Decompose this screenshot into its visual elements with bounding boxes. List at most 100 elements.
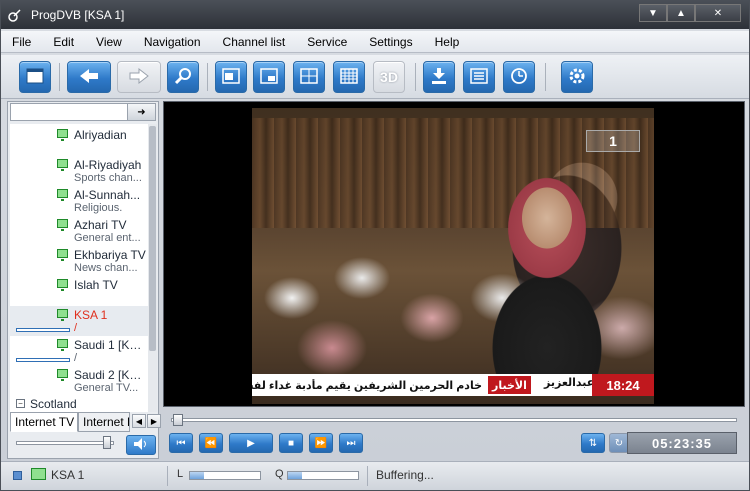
- download-button[interactable]: [423, 61, 455, 93]
- status-divider: [367, 466, 368, 486]
- menu-help[interactable]: Help: [424, 35, 471, 49]
- channel-description: /: [74, 352, 78, 364]
- channel-item[interactable]: Islah TV: [10, 276, 148, 306]
- channel-list-button[interactable]: [19, 61, 51, 93]
- chevron-right-icon: ▶: [150, 416, 158, 426]
- window-mode-button[interactable]: [215, 61, 247, 93]
- scrollbar-thumb[interactable]: [149, 126, 156, 351]
- channel-item[interactable]: Saudi 2 [KS... General TV...: [10, 366, 148, 396]
- toolbar: 3D: [1, 55, 749, 99]
- news-ticker: خادم الحرمين الشريفين يقيم مأدبة غداء لف…: [252, 374, 654, 396]
- chevron-up-icon: ▲: [676, 7, 686, 19]
- channel-description: News chan...: [74, 262, 138, 274]
- volume-slider[interactable]: [16, 441, 114, 445]
- seek-thumb[interactable]: [173, 414, 183, 426]
- signal-quality-fill: [288, 472, 302, 479]
- fast-forward-button[interactable]: ⏩: [309, 433, 333, 453]
- equalizer-icon: ⇅: [588, 437, 598, 449]
- channel-item[interactable]: Alriyadian: [10, 126, 148, 156]
- forward-button[interactable]: [117, 61, 161, 93]
- close-button[interactable]: ✕: [695, 4, 741, 22]
- ticker-tag: الأخبار: [488, 376, 531, 394]
- menu-channel-list[interactable]: Channel list: [212, 35, 297, 49]
- menu-settings[interactable]: Settings: [358, 35, 423, 49]
- channel-item[interactable]: Saudi 1 [KS... /: [10, 336, 148, 366]
- channel-description: Sports chan...: [74, 172, 142, 184]
- channel-item[interactable]: Azhari TV General ent...: [10, 216, 148, 246]
- channel-item-selected[interactable]: KSA 1 /: [10, 306, 148, 336]
- epg-list-button[interactable]: [463, 61, 495, 93]
- volume-area: [10, 434, 156, 458]
- signal-level-meter: [189, 471, 261, 480]
- toolbar-separator: [59, 63, 60, 91]
- channel-list-scrollbar[interactable]: [148, 124, 157, 412]
- close-icon: ✕: [713, 7, 723, 19]
- three-d-button[interactable]: 3D: [373, 61, 405, 93]
- audio-settings-button[interactable]: ⇅: [581, 433, 605, 453]
- back-button[interactable]: [67, 61, 111, 93]
- status-bar: KSA 1 L Q Buffering...: [1, 461, 749, 490]
- channel-name: KSA 1: [74, 308, 108, 322]
- satellite-icon: [7, 7, 23, 23]
- next-button[interactable]: ⏭: [339, 433, 363, 453]
- tv-icon: [31, 468, 46, 480]
- play-button[interactable]: ▶: [229, 433, 273, 453]
- rewind-icon: ⏪: [204, 437, 218, 449]
- tv-icon: [57, 249, 68, 261]
- settings-button[interactable]: [561, 61, 593, 93]
- menu-view[interactable]: View: [85, 35, 133, 49]
- minimize-button[interactable]: ▼: [639, 4, 667, 22]
- channel-group[interactable]: − Scotland: [10, 396, 148, 412]
- pip-button[interactable]: [253, 61, 285, 93]
- three-d-label: 3D: [380, 69, 398, 85]
- mute-button[interactable]: [126, 435, 156, 455]
- channel-list[interactable]: Alriyadian Al-Riyadiyah Sports chan... A…: [10, 124, 148, 412]
- mosaic-view-button[interactable]: [333, 61, 365, 93]
- toolbar-separator: [415, 63, 416, 91]
- channel-name: Al-Riyadiyah: [74, 158, 142, 172]
- channel-name: Alriyadian: [74, 128, 127, 142]
- tv-icon: [57, 369, 68, 381]
- tv-icon: [57, 159, 68, 171]
- channel-item[interactable]: Al-Sunnah... Religious.: [10, 186, 148, 216]
- chevron-down-icon: ▼: [648, 7, 658, 19]
- channel-item[interactable]: Al-Riyadiyah Sports chan...: [10, 156, 148, 186]
- menu-navigation[interactable]: Navigation: [133, 35, 212, 49]
- timeshift-button[interactable]: ↻: [609, 433, 629, 453]
- search-button[interactable]: [167, 61, 199, 93]
- picture-in-picture-icon: [260, 67, 278, 87]
- video-speaker: [472, 148, 622, 378]
- status-divider: [167, 466, 168, 486]
- tab-internet-radio[interactable]: Internet R: [78, 412, 130, 432]
- tab-scroll-right-button[interactable]: ▶: [147, 414, 161, 428]
- seek-bar[interactable]: [171, 414, 737, 426]
- scheduler-button[interactable]: [503, 61, 535, 93]
- title-bar[interactable]: ProgDVB [KSA 1] ▼ ▲ ✕: [1, 1, 749, 29]
- channel-name: Saudi 1 [KS...: [74, 338, 146, 352]
- tab-internet-tv[interactable]: Internet TV: [10, 412, 78, 432]
- quad-view-button[interactable]: [293, 61, 325, 93]
- stop-button[interactable]: ■: [279, 433, 303, 453]
- search-go-button[interactable]: ➜: [127, 104, 155, 120]
- menu-service[interactable]: Service: [296, 35, 358, 49]
- video-viewport[interactable]: 1 خادم الحرمين الشريفين يقيم مأدبة غداء …: [163, 101, 745, 407]
- list-icon: [470, 67, 488, 87]
- tv-icon: [57, 279, 68, 291]
- channel-name: Islah TV: [74, 278, 118, 292]
- previous-button[interactable]: ⏮: [169, 433, 193, 453]
- volume-slider-thumb[interactable]: [103, 436, 112, 449]
- channel-name: Ekhbariya TV: [74, 248, 146, 262]
- expand-icon[interactable]: −: [16, 399, 25, 408]
- maximize-button[interactable]: ▲: [667, 4, 695, 22]
- search-icon: [174, 67, 192, 88]
- channel-item[interactable]: Ekhbariya TV News chan...: [10, 246, 148, 276]
- quality-label: Q: [275, 468, 284, 480]
- rewind-button[interactable]: ⏪: [199, 433, 223, 453]
- tab-scroll-left-button[interactable]: ◀: [132, 414, 146, 428]
- channel-search-input[interactable]: ➜: [10, 103, 156, 121]
- menu-edit[interactable]: Edit: [42, 35, 85, 49]
- menu-file[interactable]: File: [1, 35, 42, 49]
- refresh-icon: ↻: [614, 437, 624, 449]
- stop-icon: ■: [287, 437, 295, 449]
- seek-track[interactable]: [171, 418, 737, 422]
